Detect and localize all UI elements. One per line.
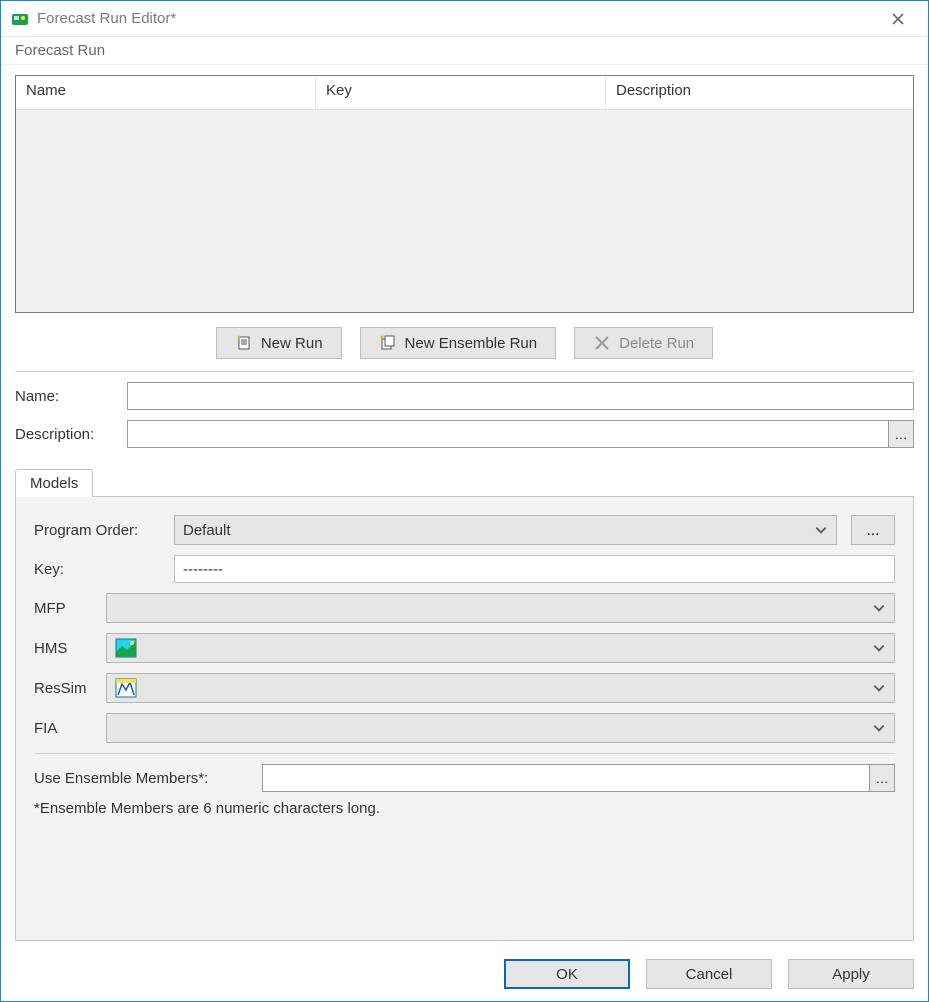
description-label: Description: xyxy=(15,426,127,443)
dialog-window: Forecast Run Editor* Forecast Run Name K… xyxy=(0,0,929,1002)
description-more-button[interactable]: … xyxy=(888,420,914,448)
window-title: Forecast Run Editor* xyxy=(37,10,878,27)
new-run-button[interactable]: New Run xyxy=(216,327,342,359)
tabs-area: Models Program Order: Default ... Key: -… xyxy=(15,464,914,941)
fia-select[interactable] xyxy=(106,713,895,743)
hms-select[interactable] xyxy=(106,633,895,663)
program-order-row: Program Order: Default ... xyxy=(34,515,895,545)
chevron-down-icon xyxy=(872,681,886,695)
mfp-label: MFP xyxy=(34,600,106,617)
key-row: Key: -------- xyxy=(34,555,895,583)
delete-icon xyxy=(593,334,611,352)
models-divider xyxy=(34,753,895,754)
table-header-row: Name Key Description xyxy=(16,76,913,110)
chevron-down-icon xyxy=(814,523,828,537)
hms-icon xyxy=(115,638,137,658)
program-order-select[interactable]: Default xyxy=(174,515,837,545)
tab-models[interactable]: Models xyxy=(15,469,93,497)
delete-run-label: Delete Run xyxy=(619,335,694,352)
ensemble-members-hint: *Ensemble Members are 6 numeric characte… xyxy=(34,800,895,817)
apply-button[interactable]: Apply xyxy=(788,959,914,989)
col-description[interactable]: Description xyxy=(606,76,913,109)
chevron-down-icon xyxy=(872,721,886,735)
ressim-label: ResSim xyxy=(34,680,106,697)
program-order-more-button[interactable]: ... xyxy=(851,515,895,545)
run-button-bar: New Run New Ensemble Run Delete Run xyxy=(15,313,914,371)
col-name[interactable]: Name xyxy=(16,76,316,109)
cancel-button[interactable]: Cancel xyxy=(646,959,772,989)
ok-button[interactable]: OK xyxy=(504,959,630,989)
titlebar: Forecast Run Editor* xyxy=(1,1,928,37)
program-order-label: Program Order: xyxy=(34,522,174,539)
menubar: Forecast Run xyxy=(1,37,928,65)
use-ensemble-members-input[interactable] xyxy=(262,764,869,792)
hms-row: HMS xyxy=(34,633,895,663)
content-area: Name Key Description New Run New Ensembl… xyxy=(1,65,928,949)
new-ensemble-run-button[interactable]: New Ensemble Run xyxy=(360,327,557,359)
ellipsis-icon: … xyxy=(895,427,908,442)
use-ensemble-members-row: Use Ensemble Members*: … xyxy=(34,764,895,792)
new-run-label: New Run xyxy=(261,335,323,352)
dialog-button-bar: OK Cancel Apply xyxy=(1,949,928,1001)
name-label: Name: xyxy=(15,388,127,405)
use-ensemble-members-more-button[interactable]: … xyxy=(869,764,895,792)
ressim-select[interactable] xyxy=(106,673,895,703)
runs-table[interactable]: Name Key Description xyxy=(15,75,914,313)
app-icon xyxy=(11,10,29,28)
delete-run-button[interactable]: Delete Run xyxy=(574,327,713,359)
new-run-icon xyxy=(235,334,253,352)
ellipsis-icon: … xyxy=(876,771,889,786)
key-label: Key: xyxy=(34,561,174,578)
chevron-down-icon xyxy=(872,641,886,655)
tab-strip: Models xyxy=(15,464,914,496)
models-panel: Program Order: Default ... Key: --------… xyxy=(15,496,914,941)
hms-label: HMS xyxy=(34,640,106,657)
description-input-group: … xyxy=(127,420,914,448)
close-icon[interactable] xyxy=(878,4,918,34)
description-input[interactable] xyxy=(127,420,888,448)
mfp-row: MFP xyxy=(34,593,895,623)
col-key[interactable]: Key xyxy=(316,76,606,109)
name-row: Name: xyxy=(15,382,914,410)
menu-forecast-run[interactable]: Forecast Run xyxy=(9,40,111,61)
ressim-icon xyxy=(115,678,137,698)
new-ensemble-label: New Ensemble Run xyxy=(405,335,538,352)
fia-row: FIA xyxy=(34,713,895,743)
ressim-row: ResSim xyxy=(34,673,895,703)
divider xyxy=(15,371,914,372)
uem-input-group: … xyxy=(262,764,895,792)
description-row: Description: … xyxy=(15,420,914,448)
key-readonly: -------- xyxy=(174,555,895,583)
mfp-select[interactable] xyxy=(106,593,895,623)
new-ensemble-icon xyxy=(379,334,397,352)
program-order-value: Default xyxy=(183,522,814,539)
use-ensemble-members-label: Use Ensemble Members*: xyxy=(34,770,262,787)
fia-label: FIA xyxy=(34,720,106,737)
name-input[interactable] xyxy=(127,382,914,410)
chevron-down-icon xyxy=(872,601,886,615)
